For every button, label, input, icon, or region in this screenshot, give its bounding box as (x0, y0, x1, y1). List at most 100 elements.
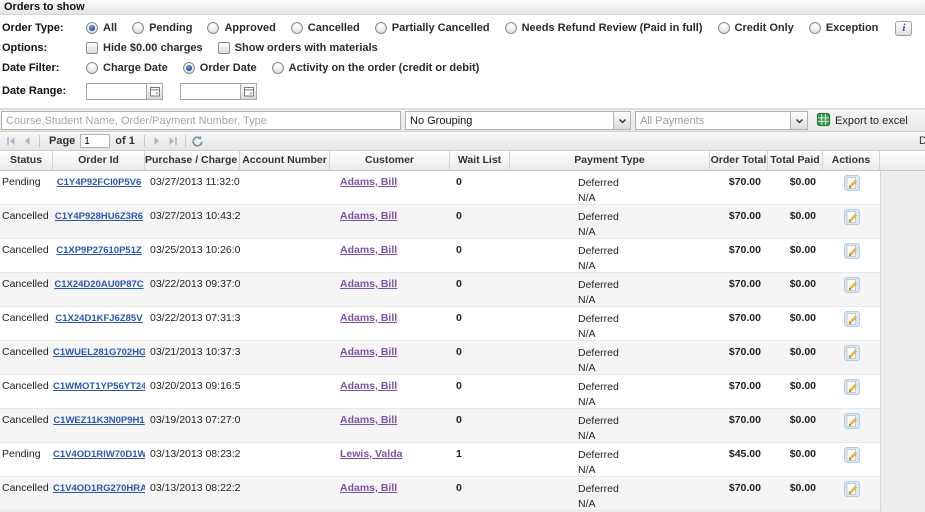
order-id-link[interactable]: C1X24D1KFJ6Z85V (55, 313, 142, 324)
edit-order-icon[interactable] (844, 216, 860, 228)
edit-order-icon[interactable] (844, 488, 860, 500)
column-header-total-paid[interactable]: Total Paid (768, 151, 823, 171)
column-header-status[interactable]: Status (0, 151, 53, 171)
grid-body: Pending C1Y4P92FCI0P5V6 03/27/2013 11:32… (0, 171, 881, 511)
calendar-icon[interactable] (146, 83, 163, 100)
order-id-link[interactable]: C1V4OD1RIW70D1W (53, 449, 145, 460)
order-id-link[interactable]: C1X24D20AU0P87C (54, 279, 143, 290)
column-header-purchase-charge-date[interactable]: Purchase / Charge Date (145, 151, 240, 171)
order-type-radio-cancelled[interactable]: Cancelled (291, 22, 360, 34)
page-label: Page (49, 135, 75, 147)
radio-icon (132, 22, 144, 34)
table-row[interactable]: Pending C1V4OD1RIW70D1W 03/13/2013 08:23… (0, 443, 880, 477)
order-id-link[interactable]: C1V4OD1RG270HRA (53, 483, 145, 494)
grouping-select[interactable]: No Grouping (405, 111, 631, 130)
order-type-radio-needs-refund-review[interactable]: Needs Refund Review (Paid in full) (505, 22, 703, 34)
order-id-link[interactable]: C1WEZ11K3N0P9H1 (53, 415, 144, 426)
customer-link[interactable]: Adams, Bill (340, 414, 397, 426)
edit-order-icon[interactable] (844, 318, 860, 330)
order-id-link[interactable]: C1WMOT1YP56YT24 (53, 381, 145, 392)
first-page-icon[interactable] (3, 133, 19, 149)
table-row[interactable]: Cancelled C1X24D1KFJ6Z85V 03/22/2013 07:… (0, 307, 880, 341)
account-number-cell (240, 273, 330, 306)
order-id-link[interactable]: C1XP9P27610P51Z (56, 245, 142, 256)
order-id-link[interactable]: C1WUEL281G702HG (53, 347, 145, 358)
table-row[interactable]: Cancelled C1WUEL281G702HG 03/21/2013 10:… (0, 341, 880, 375)
column-header-wait-list[interactable]: Wait List (450, 151, 510, 171)
radio-icon (183, 62, 195, 74)
edit-order-icon[interactable] (844, 250, 860, 262)
hide-zero-charges-checkbox[interactable]: Hide $0.00 charges (86, 42, 203, 54)
refresh-icon[interactable] (190, 133, 206, 149)
order-id-link[interactable]: C1Y4P92FCI0P5V6 (57, 177, 142, 188)
table-row[interactable]: Cancelled C1WMOT1YP56YT24 03/20/2013 09:… (0, 375, 880, 409)
customer-link[interactable]: Lewis, Valda (340, 448, 402, 460)
checkbox-icon (218, 42, 230, 54)
customer-link[interactable]: Adams, Bill (340, 210, 397, 222)
table-row[interactable]: Cancelled C1V4OD1RG270HRA 03/13/2013 08:… (0, 477, 880, 511)
date-from-input[interactable] (86, 83, 146, 100)
date-from-field (86, 83, 163, 100)
date-filter-radio-activity[interactable]: Activity on the order (credit or debit) (272, 62, 480, 74)
date-range-row: Date Range: (0, 78, 925, 104)
order-id-cell: C1X24D20AU0P87C (53, 273, 145, 306)
table-row[interactable]: Cancelled C1XP9P27610P51Z 03/25/2013 10:… (0, 239, 880, 273)
order-type-radio-partially-cancelled[interactable]: Partially Cancelled (375, 22, 490, 34)
total-paid-cell: $0.00 (768, 443, 823, 476)
last-page-icon[interactable] (165, 133, 181, 149)
date-filter-radio-charge-date[interactable]: Charge Date (86, 62, 168, 74)
order-type-radio-exception[interactable]: Exception (809, 22, 879, 34)
customer-link[interactable]: Adams, Bill (340, 380, 397, 392)
edit-order-icon[interactable] (844, 386, 860, 398)
customer-link[interactable]: Adams, Bill (340, 482, 397, 494)
edit-order-icon[interactable] (844, 352, 860, 364)
customer-link[interactable]: Adams, Bill (340, 312, 397, 324)
order-total-cell: $70.00 (710, 273, 768, 306)
order-type-radio-all[interactable]: All (86, 22, 117, 34)
order-type-radio-credit-only[interactable]: Credit Only (718, 22, 794, 34)
table-row[interactable]: Cancelled C1X24D20AU0P87C 03/22/2013 09:… (0, 273, 880, 307)
radio-icon (505, 22, 517, 34)
order-id-link[interactable]: C1Y4P928HU6Z3R6 (55, 211, 143, 222)
table-row[interactable]: Cancelled C1WEZ11K3N0P9H1 03/19/2013 07:… (0, 409, 880, 443)
column-header-actions[interactable]: Actions (823, 151, 880, 171)
date-filter-radio-order-date[interactable]: Order Date (183, 62, 257, 74)
column-header-payment-type[interactable]: Payment Type (510, 151, 710, 171)
wait-list-cell: 0 (450, 171, 510, 204)
order-total-cell: $70.00 (710, 477, 768, 510)
table-row[interactable]: Pending C1Y4P92FCI0P5V6 03/27/2013 11:32… (0, 171, 880, 205)
customer-link[interactable]: Adams, Bill (340, 244, 397, 256)
column-header-account-number[interactable]: Account Number (240, 151, 330, 171)
column-header-order-total[interactable]: Order Total (710, 151, 768, 171)
customer-link[interactable]: Adams, Bill (340, 176, 397, 188)
show-orders-with-materials-checkbox[interactable]: Show orders with materials (218, 42, 378, 54)
date-to-input[interactable] (180, 83, 240, 100)
calendar-icon[interactable] (240, 83, 257, 100)
payments-select[interactable]: All Payments (635, 111, 808, 130)
edit-order-icon[interactable] (844, 454, 860, 466)
purchase-date-cell: 03/21/2013 10:37:34 ... (145, 341, 240, 374)
customer-link[interactable]: Adams, Bill (340, 346, 397, 358)
column-header-customer[interactable]: Customer (330, 151, 450, 171)
page-input[interactable] (80, 134, 110, 148)
edit-order-icon[interactable] (844, 284, 860, 296)
excel-icon (817, 113, 830, 129)
edit-order-icon[interactable] (844, 182, 860, 194)
table-row[interactable]: Cancelled C1Y4P928HU6Z3R6 03/27/2013 10:… (0, 205, 880, 239)
order-type-radio-approved[interactable]: Approved (207, 22, 275, 34)
chevron-down-icon[interactable] (613, 111, 631, 130)
chevron-down-icon[interactable] (790, 111, 808, 130)
status-cell: Pending (0, 443, 53, 476)
customer-cell: Adams, Bill (330, 239, 450, 272)
search-input[interactable] (1, 111, 401, 130)
export-to-excel-button[interactable]: Export to excel (817, 113, 908, 129)
info-icon[interactable]: i (895, 21, 912, 36)
order-type-radio-pending[interactable]: Pending (132, 22, 192, 34)
previous-page-icon[interactable] (19, 133, 35, 149)
customer-link[interactable]: Adams, Bill (340, 278, 397, 290)
edit-order-icon[interactable] (844, 420, 860, 432)
radio-icon (291, 22, 303, 34)
purchase-date-cell: 03/27/2013 11:32:04 ... (145, 171, 240, 204)
next-page-icon[interactable] (149, 133, 165, 149)
column-header-order-id[interactable]: Order Id (53, 151, 145, 171)
